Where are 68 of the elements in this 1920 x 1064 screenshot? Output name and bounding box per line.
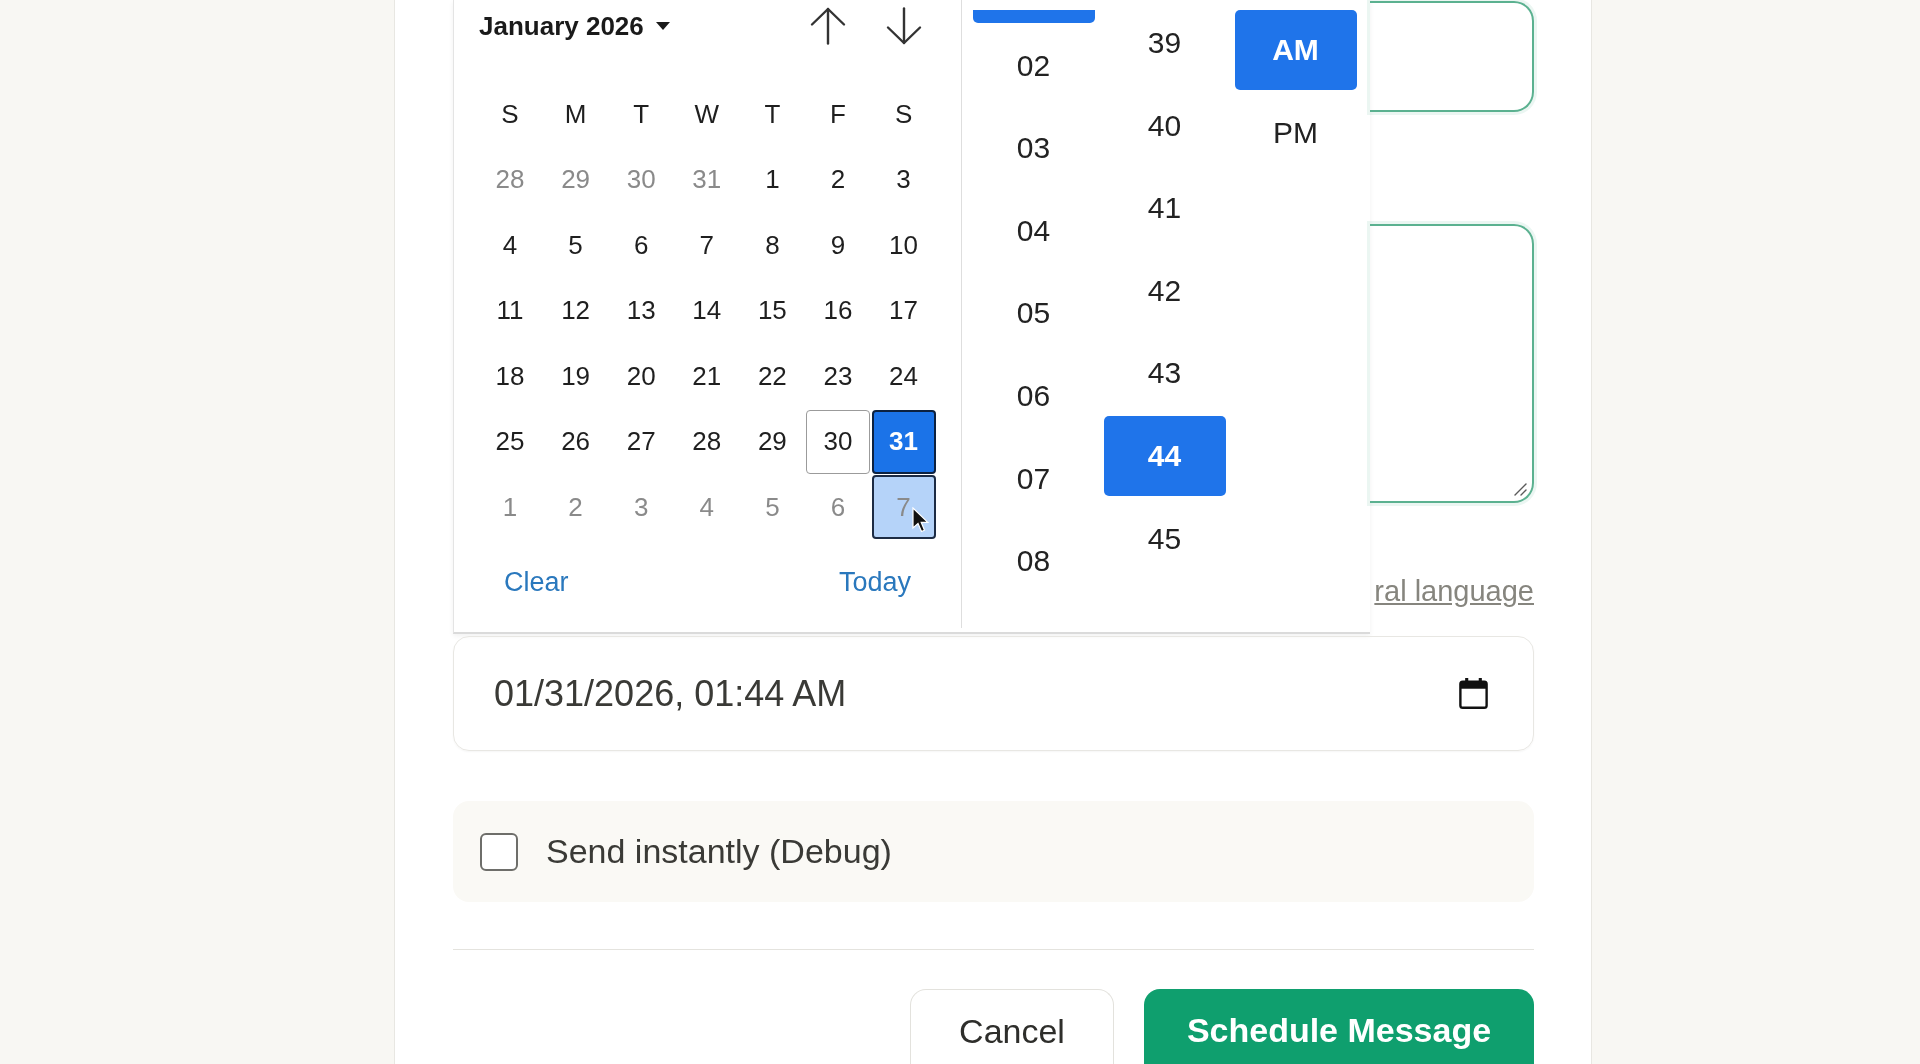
day-cell[interactable]: 4 (478, 213, 542, 277)
minute-option[interactable]: 44 (1103, 415, 1226, 496)
hour-option[interactable]: 03 (972, 108, 1095, 189)
weekday-label: F (829, 97, 847, 131)
day-cell[interactable]: 26 (543, 409, 608, 474)
minute-option[interactable]: 42 (1103, 250, 1226, 331)
day-cell[interactable]: 12 (543, 278, 608, 343)
caret-icon (655, 22, 670, 30)
weekday-label: W (693, 97, 721, 131)
day-cell[interactable]: 2 (805, 147, 870, 212)
day-cell[interactable]: 6 (609, 213, 674, 277)
day-cell[interactable]: 9 (805, 213, 870, 277)
day-cell[interactable]: 18 (478, 344, 542, 408)
hour-option[interactable]: 05 (972, 273, 1095, 354)
month-year-button[interactable]: January 2026 (479, 10, 670, 42)
day-cell[interactable]: 11 (478, 278, 542, 343)
hour-option[interactable]: 08 (972, 521, 1095, 602)
minute-option[interactable]: 40 (1103, 85, 1226, 166)
day-cell[interactable]: 23 (805, 344, 870, 408)
cancel-button[interactable]: Cancel (910, 989, 1114, 1064)
datetime-field[interactable]: 01/31/2026, 01:44 AM (453, 636, 1534, 751)
checkbox[interactable] (480, 832, 518, 871)
day-cell[interactable]: 1 (740, 147, 805, 212)
mouse-pointer-icon (911, 507, 930, 533)
checkbox-label: Send instantly (Debug) (546, 832, 892, 871)
day-cell[interactable]: 21 (674, 344, 739, 408)
day-cell[interactable]: 15 (740, 278, 805, 343)
hour-option[interactable]: 02 (972, 25, 1095, 106)
day-cell[interactable]: 25 (478, 409, 542, 474)
calendar-icon (1459, 678, 1488, 709)
minute-option[interactable]: 39 (1103, 3, 1226, 83)
day-cell[interactable]: 8 (740, 213, 805, 277)
day-cell[interactable]: 17 (871, 278, 936, 343)
weekday-label: S (893, 97, 914, 131)
text-input-field[interactable] (1370, 1, 1534, 112)
day-cell[interactable]: 16 (805, 278, 870, 343)
message-textarea[interactable] (1370, 224, 1534, 503)
resize-grip-icon (1513, 482, 1527, 496)
day-cell[interactable]: 14 (674, 278, 739, 343)
text-link[interactable]: ral language (1374, 574, 1534, 608)
minute-option[interactable]: 43 (1103, 333, 1226, 414)
hour-option[interactable]: 07 (972, 438, 1095, 519)
minute-option[interactable]: 41 (1103, 168, 1226, 249)
day-cell[interactable]: 3 (871, 147, 936, 212)
day-cell[interactable]: 22 (740, 344, 805, 408)
hour-option[interactable]: 04 (972, 190, 1095, 271)
clear-button[interactable]: Clear (504, 566, 569, 598)
day-cell[interactable]: 19 (543, 344, 608, 408)
day-cell[interactable]: 27 (609, 409, 674, 474)
weekday-label: T (632, 97, 651, 131)
day-cell[interactable]: 24 (871, 344, 936, 408)
day-cell[interactable]: 31 (871, 409, 936, 474)
period-option[interactable]: AM (1234, 10, 1357, 90)
day-cell[interactable]: 10 (871, 213, 936, 277)
minute-option[interactable]: 45 (1103, 498, 1226, 579)
hour-option[interactable]: 06 (972, 355, 1095, 436)
today-button[interactable]: Today (838, 566, 911, 598)
day-cell[interactable]: 29 (740, 409, 805, 474)
day-cell[interactable]: 20 (609, 344, 674, 408)
day-cell[interactable]: 7 (674, 213, 739, 277)
weekday-label: M (563, 97, 588, 131)
day-cell[interactable]: 13 (609, 278, 674, 343)
weekday-label: S (500, 97, 520, 131)
day-cell[interactable]: 30 (805, 409, 870, 474)
day-cell[interactable]: 5 (543, 213, 608, 277)
period-option[interactable]: PM (1234, 92, 1357, 173)
day-cell[interactable]: 28 (674, 409, 739, 474)
weekday-label: T (763, 97, 782, 131)
